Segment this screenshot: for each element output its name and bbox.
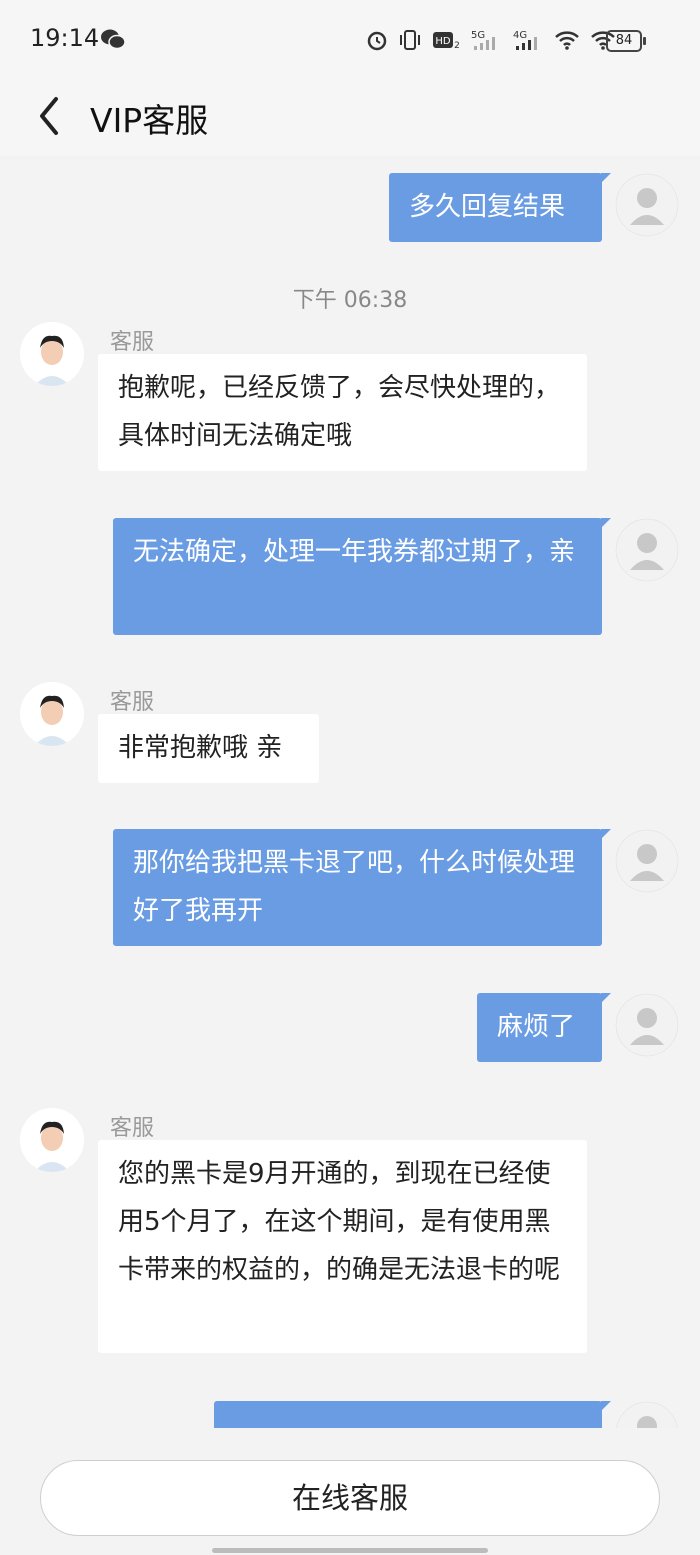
agent-avatar-icon (20, 1108, 84, 1172)
message-text: 麻烦了 (497, 1012, 576, 1042)
agent-avatar-icon (20, 682, 84, 746)
svg-text:2: 2 (454, 41, 460, 51)
message-text: 抱歉呢，已经反馈了，会尽快处理的，具体时间无法确定哦 (118, 373, 561, 451)
user-avatar[interactable] (615, 829, 679, 893)
message-bubble[interactable]: 那你给我把黑卡退了吧，什么时候处理好了我再开 (113, 829, 611, 946)
message-text: 多久回复结果 (409, 192, 566, 222)
message-bubble[interactable]: 抱歉呢，已经反馈了，会尽快处理的，具体时间无法确定哦 (98, 354, 587, 471)
message-bubble[interactable]: 多久回复结果 (389, 173, 611, 242)
agent-avatar[interactable] (20, 322, 84, 386)
alarm-icon (367, 31, 387, 51)
message-bubble[interactable] (214, 1401, 611, 1428)
user-avatar[interactable] (615, 518, 679, 582)
message-bubble[interactable]: 麻烦了 (477, 993, 611, 1062)
default-avatar-icon (615, 518, 679, 582)
agent-avatar[interactable] (20, 682, 84, 746)
chat-timestamp: 下午 06:38 (292, 288, 408, 313)
hd-icon: HD 2 (433, 32, 460, 51)
agent-avatar-icon (20, 322, 84, 386)
chat-message-list[interactable]: 多久回复结果 下午 06:38 客服60418 抱歉呢，已经反馈了，会尽快处理的… (0, 156, 700, 1428)
default-avatar-icon (615, 1401, 679, 1428)
svg-text:HD: HD (435, 36, 451, 47)
back-arrow-icon[interactable] (34, 94, 64, 138)
page-title: VIP客服 (90, 101, 209, 140)
vibrate-icon (400, 30, 420, 50)
default-avatar-icon (615, 993, 679, 1057)
svg-text:4G: 4G (513, 30, 527, 41)
message-bubble[interactable]: 无法确定，处理一年我券都过期了，亲 (113, 518, 611, 635)
message-bubble[interactable]: 非常抱歉哦 亲 (98, 714, 319, 783)
4g-signal-icon: 4G (513, 30, 537, 50)
nav-bar: VIP客服 (0, 78, 700, 156)
message-text: 那你给我把黑卡退了吧，什么时候处理好了我再开 (133, 848, 576, 926)
status-bar: 19:14 HD 2 5G 4G 84 (0, 0, 700, 78)
message-text: 非常抱歉哦 亲 (118, 733, 283, 763)
default-avatar-icon (615, 829, 679, 893)
svg-text:5G: 5G (471, 30, 485, 41)
wechat-icon (101, 29, 126, 50)
message-text: 无法确定，处理一年我券都过期了，亲 (133, 537, 576, 567)
user-avatar[interactable] (615, 993, 679, 1057)
status-time: 19:14 (30, 24, 100, 52)
status-icons: HD 2 5G 4G (366, 26, 616, 54)
default-avatar-icon (615, 173, 679, 237)
user-avatar[interactable] (615, 1401, 679, 1428)
bottom-bar: 在线客服 (0, 1428, 700, 1555)
battery-indicator: 84 (606, 30, 646, 52)
5g-signal-icon: 5G (471, 30, 495, 50)
wifi-icon (555, 31, 579, 50)
message-bubble[interactable]: 您的黑卡是9月开通的，到现在已经使用5个月了，在这个期间，是有使用黑卡带来的权益… (98, 1140, 587, 1353)
message-text: 您的黑卡是9月开通的，到现在已经使用5个月了，在这个期间，是有使用黑卡带来的权益… (118, 1159, 561, 1285)
home-indicator[interactable] (212, 1548, 488, 1553)
agent-avatar[interactable] (20, 1108, 84, 1172)
user-avatar[interactable] (615, 173, 679, 237)
online-service-button[interactable]: 在线客服 (40, 1460, 660, 1536)
